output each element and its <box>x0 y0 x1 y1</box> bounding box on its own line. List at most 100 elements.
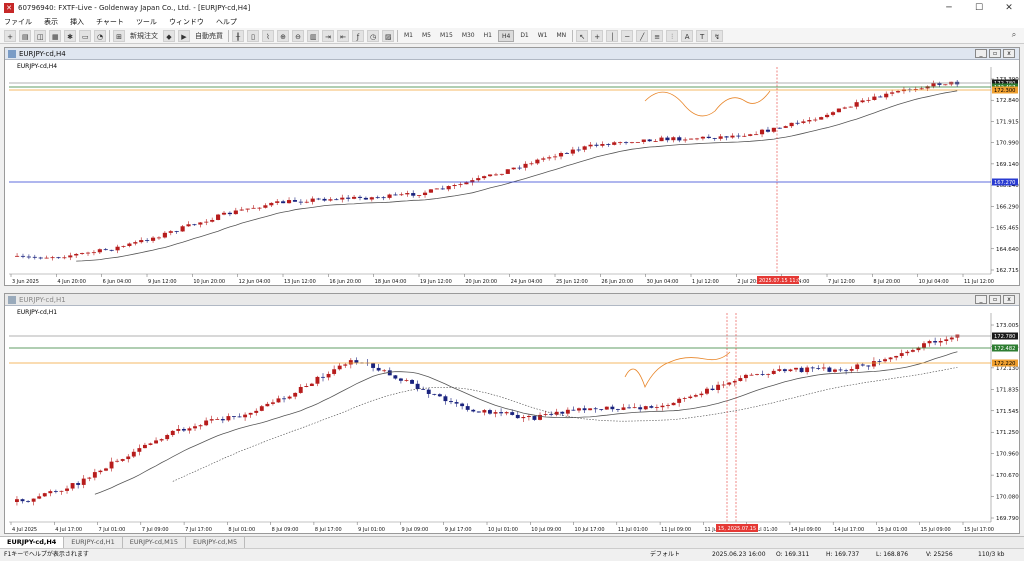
tab-eurjpy-m5[interactable]: EURJPY-cd,M5 <box>186 537 246 548</box>
timeframe-w1[interactable]: W1 <box>535 30 551 42</box>
candle-body <box>576 149 581 151</box>
price-tick-label: 171.545 <box>996 409 1019 415</box>
candle-body <box>150 237 156 241</box>
menu-view[interactable]: 表示 <box>44 17 58 27</box>
timeframe-h4[interactable]: H4 <box>497 29 515 42</box>
candle-body <box>31 498 36 502</box>
candle-body <box>381 197 386 199</box>
arrows-icon[interactable]: ↯ <box>711 29 724 42</box>
cursor-icon[interactable]: ↖ <box>576 29 589 42</box>
elliott-wave-annotation <box>644 90 771 117</box>
price-chart-h4[interactable]: 173.390172.840171.915170.990169.140168.2… <box>5 61 1019 286</box>
candle-body <box>68 255 73 258</box>
close-icon[interactable]: x <box>1003 295 1015 304</box>
templates-icon[interactable]: ▨ <box>382 29 394 42</box>
toolbar-separator <box>109 29 110 42</box>
autoscroll-icon[interactable]: ⇥ <box>322 29 334 42</box>
chart-shift-icon[interactable]: ⇤ <box>337 29 349 42</box>
zoom-in-icon[interactable]: ⊕ <box>277 29 289 42</box>
time-tick-label: 19 Jun 12:00 <box>420 279 452 285</box>
timeframe-h1[interactable]: H1 <box>481 30 495 42</box>
text-icon[interactable]: A <box>681 29 694 42</box>
timeframe-mn[interactable]: MN <box>554 30 570 42</box>
candle-body <box>371 363 376 368</box>
timeframe-d1[interactable]: D1 <box>517 30 531 42</box>
candle-body <box>629 142 635 144</box>
tester-icon[interactable]: ◔ <box>94 29 106 42</box>
close-icon[interactable]: x <box>1003 49 1015 58</box>
candle-body <box>582 146 587 150</box>
candle-body <box>789 122 794 127</box>
candle-body <box>103 249 108 251</box>
close-icon[interactable]: ✕ <box>994 0 1024 16</box>
candle-body <box>855 364 860 370</box>
candle-body <box>805 367 810 373</box>
chart-window-h4[interactable]: EURJPY-cd,H4 _ ▫ x EURJPY-cd,H4 173.3901… <box>4 47 1020 286</box>
candle-body <box>304 201 309 203</box>
candle-body <box>50 257 55 259</box>
candle-body <box>432 393 437 395</box>
new-chart-icon[interactable]: + <box>4 29 16 42</box>
metaeditor-icon[interactable]: ◆ <box>163 29 175 42</box>
fibonacci-icon[interactable]: ⫶ <box>666 29 679 42</box>
time-tick-label: 9 Jul 01:00 <box>358 527 385 533</box>
market-watch-icon[interactable]: ◫ <box>34 29 46 42</box>
search-icon[interactable]: ⌕ <box>1008 30 1020 42</box>
time-tick-label: 8 Jul 17:00 <box>315 527 342 533</box>
candle-body <box>866 365 871 367</box>
menu-file[interactable]: ファイル <box>4 17 32 27</box>
chart-window-caption[interactable]: EURJPY-cd,H1 _ ▫ x <box>5 294 1019 306</box>
price-chart-h1[interactable]: 173.005172.425172.130171.835171.545171.2… <box>5 307 1019 534</box>
chart-window-h1[interactable]: EURJPY-cd,H1 _ ▫ x EURJPY-cd,H1 173.005 1… <box>4 293 1020 534</box>
candle-body <box>827 367 832 372</box>
maximize-icon[interactable]: ▫ <box>989 49 1001 58</box>
menu-window[interactable]: ウィンドウ <box>169 17 204 27</box>
timeframe-m30[interactable]: M30 <box>459 30 478 42</box>
menu-insert[interactable]: 挿入 <box>70 17 84 27</box>
menu-tools[interactable]: ツール <box>136 17 157 27</box>
navigator-icon[interactable]: ✱ <box>64 29 76 42</box>
tab-eurjpy-m15[interactable]: EURJPY-cd,M15 <box>123 537 186 548</box>
time-tick-label: 9 Jul 17:00 <box>445 527 472 533</box>
vertical-line-icon[interactable]: │ <box>606 29 619 42</box>
horizontal-line-icon[interactable]: ─ <box>621 29 634 42</box>
menu-chart[interactable]: チャート <box>96 17 124 27</box>
tab-eurjpy-h4[interactable]: EURJPY-cd,H4 <box>0 537 65 548</box>
tile-icon[interactable]: ▥ <box>307 29 319 42</box>
periods-icon[interactable]: ◷ <box>367 29 379 42</box>
candle-body <box>343 364 348 366</box>
price-tag-label: 172.220 <box>994 361 1015 367</box>
auto-trading-button[interactable]: 自動売買 <box>193 30 225 42</box>
zoom-out-icon[interactable]: ⊖ <box>292 29 304 42</box>
maximize-icon[interactable]: ☐ <box>964 0 994 16</box>
candle-body <box>42 493 47 497</box>
data-window-icon[interactable]: ▦ <box>49 29 61 42</box>
candle-body <box>215 419 220 420</box>
chart-window-controls: _ ▫ x <box>973 49 1015 58</box>
timeframe-m15[interactable]: M15 <box>437 30 456 42</box>
channel-icon[interactable]: ≡ <box>651 29 664 42</box>
minimize-icon[interactable]: ─ <box>934 0 964 16</box>
candle-body <box>894 355 899 358</box>
crosshair-icon[interactable]: + <box>591 29 604 42</box>
minimize-icon[interactable]: _ <box>975 295 987 304</box>
minimize-icon[interactable]: _ <box>975 49 987 58</box>
maximize-icon[interactable]: ▫ <box>989 295 1001 304</box>
terminal-icon[interactable]: ▭ <box>79 29 91 42</box>
indicators-icon[interactable]: ƒ <box>352 29 364 42</box>
timeframe-m5[interactable]: M5 <box>419 30 434 42</box>
candle-body <box>647 139 652 142</box>
candle-body <box>292 200 298 202</box>
new-order-button[interactable]: 新規注文 <box>128 30 160 42</box>
candle-body <box>165 435 170 440</box>
line-chart-icon[interactable]: ⌇ <box>262 29 274 42</box>
chart-window-caption[interactable]: EURJPY-cd,H4 _ ▫ x <box>5 48 1019 60</box>
menu-help[interactable]: ヘルプ <box>216 17 237 27</box>
profiles-icon[interactable]: ▤ <box>19 29 31 42</box>
label-icon[interactable]: T <box>696 29 709 42</box>
timeframe-m1[interactable]: M1 <box>401 30 416 42</box>
trendline-icon[interactable]: ╱ <box>636 29 649 42</box>
tab-eurjpy-h1[interactable]: EURJPY-cd,H1 <box>64 537 123 548</box>
candle-chart-icon[interactable]: ▯ <box>247 29 259 42</box>
bar-chart-icon[interactable]: ╫ <box>232 29 244 42</box>
